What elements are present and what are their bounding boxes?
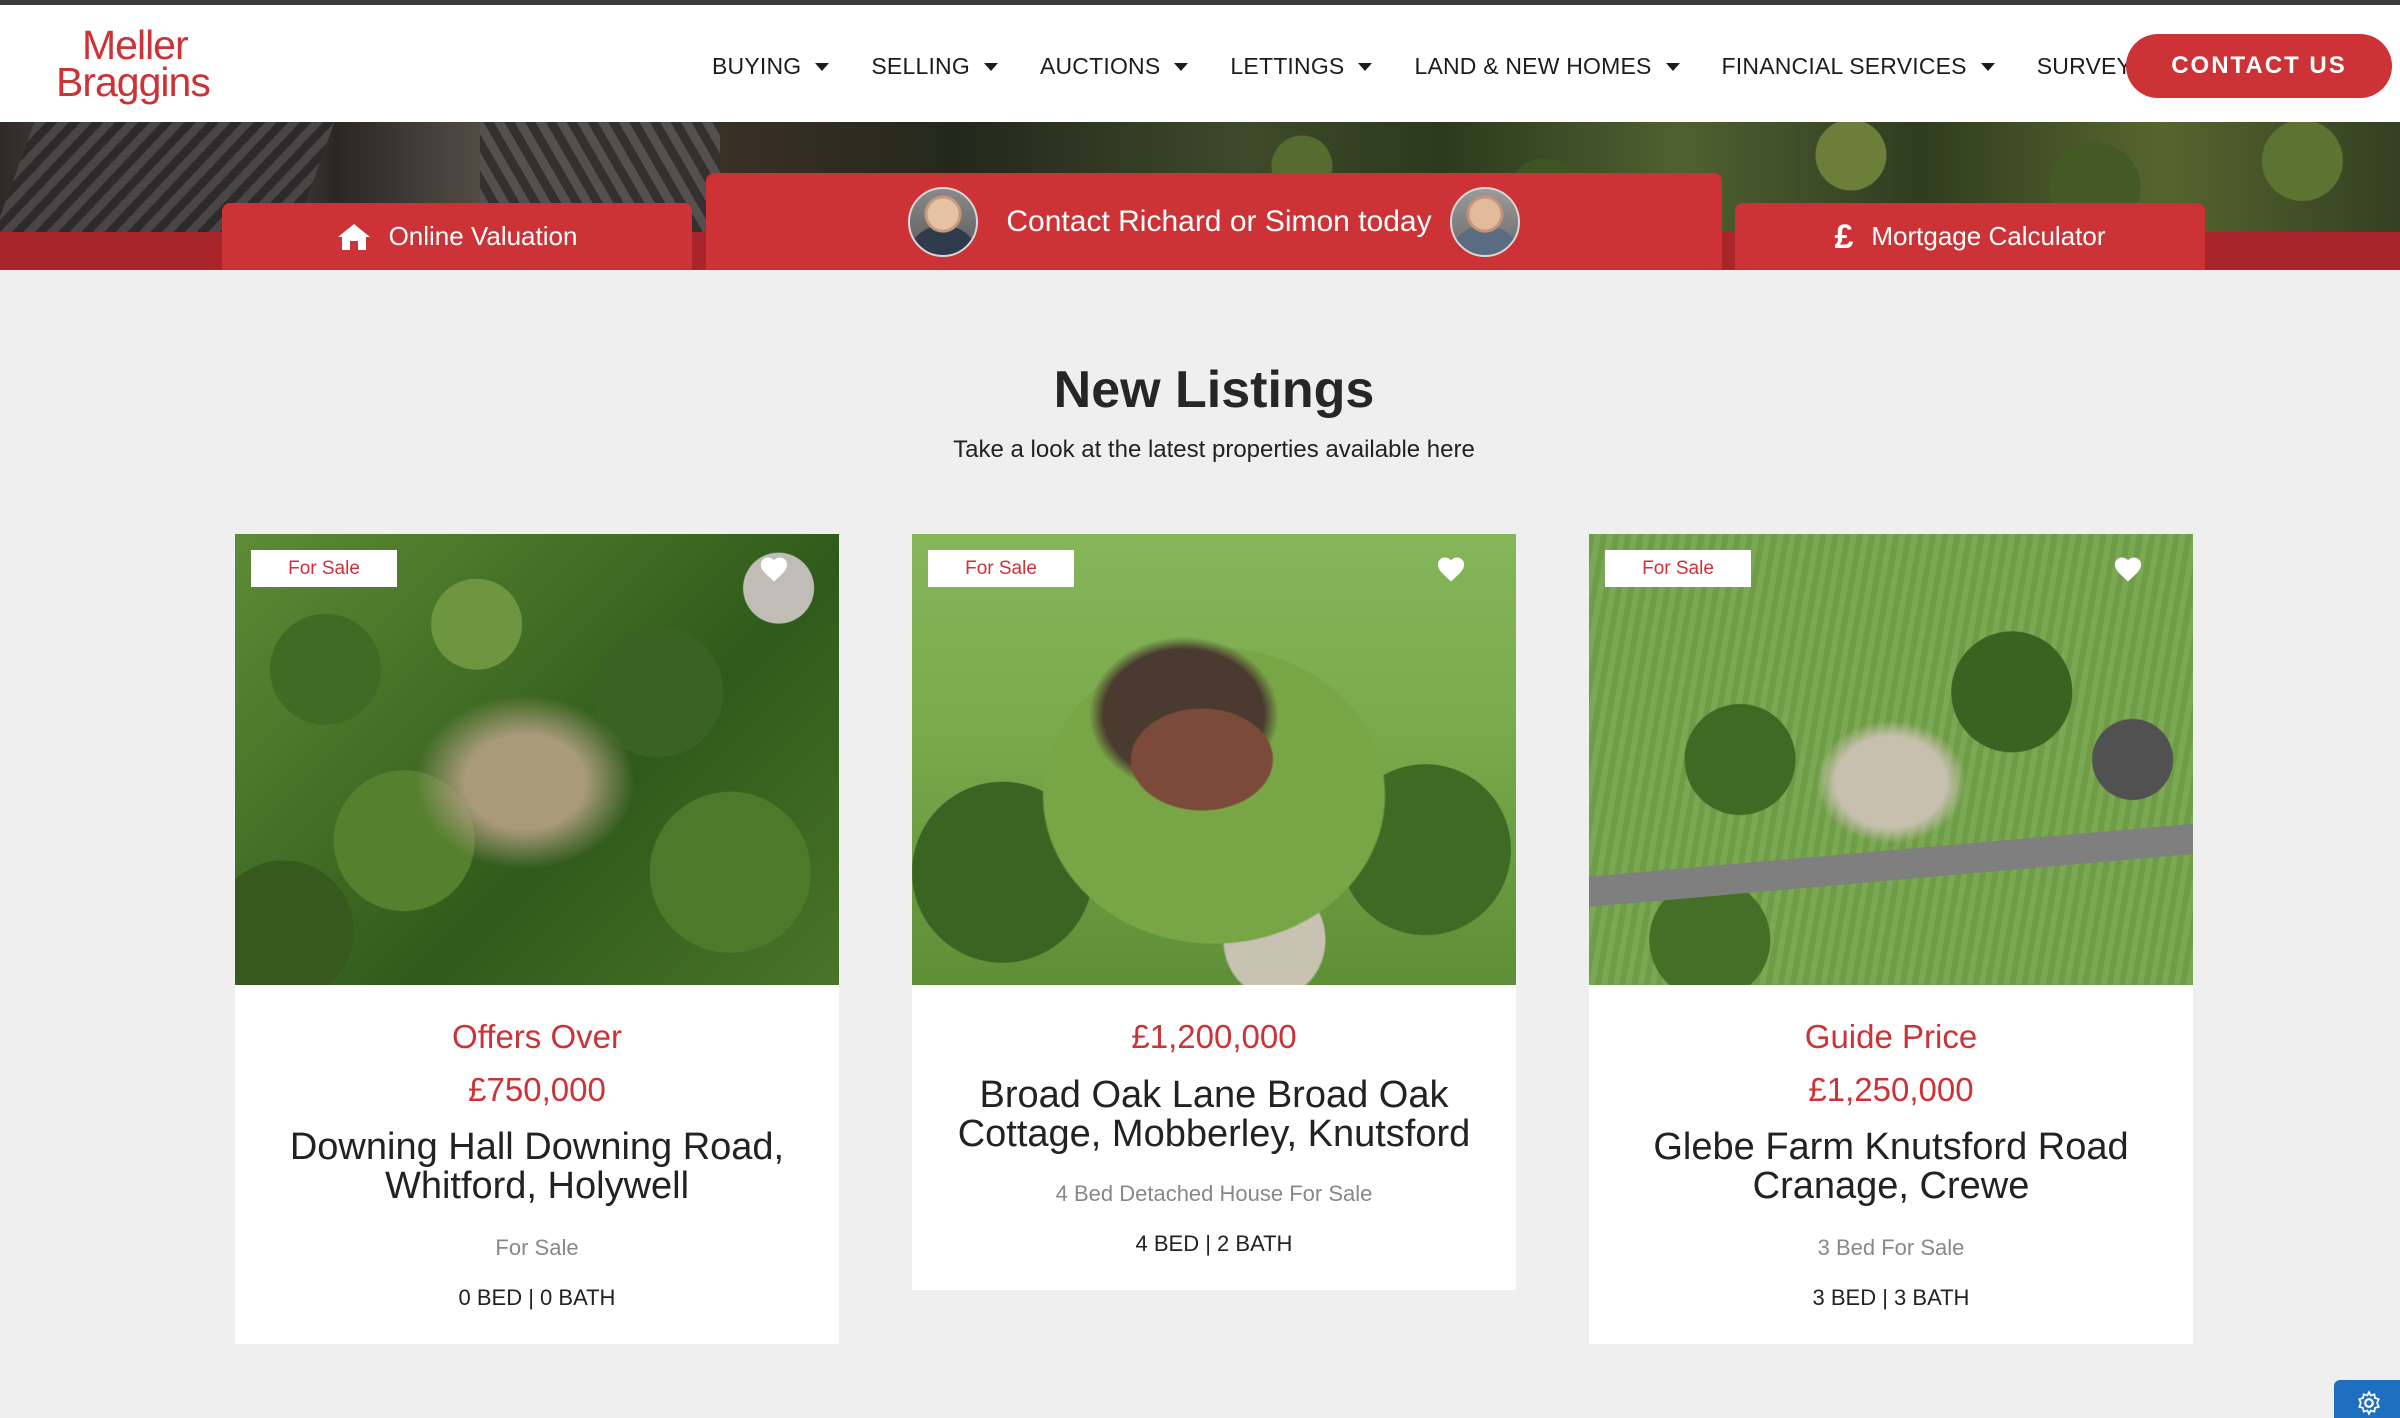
nav-item-land-new-homes[interactable]: LAND & NEW HOMES (1414, 52, 1680, 80)
mortgage-calculator-label: Mortgage Calculator (1871, 221, 2106, 251)
caret-down-icon (815, 63, 830, 71)
section-title: New Listings (1053, 361, 1375, 419)
listing-card[interactable]: For Sale Guide Price £1,250,000 Glebe Fa… (1589, 534, 2193, 1344)
caret-down-icon (1980, 63, 1995, 71)
nav-label: BUYING (712, 52, 802, 79)
price-qualifier: Offers Over (452, 1018, 622, 1055)
nav-item-selling[interactable]: SELLING (871, 53, 998, 80)
site-header: Meller Braggins BUYING SELLING AUCTIONS … (0, 0, 2400, 122)
cookie-settings-button[interactable] (2334, 1380, 2400, 1418)
listing-image[interactable]: For Sale (1589, 534, 2193, 985)
listing-beds-baths: 3 BED | 3 BATH (1812, 1285, 1970, 1310)
section-subtitle: Take a look at the latest properties ava… (953, 436, 1475, 463)
listing-price: £1,250,000 (1808, 1071, 1974, 1108)
status-badge: For Sale (1605, 550, 1751, 587)
status-badge: For Sale (928, 550, 1074, 587)
home-icon (337, 222, 371, 252)
listing-image[interactable]: For Sale (912, 534, 1516, 985)
caret-down-icon (1358, 63, 1373, 71)
contact-agents-button[interactable]: Contact Richard or Simon today (706, 173, 1722, 270)
nav-item-buying[interactable]: BUYING (712, 52, 830, 80)
listing-image[interactable]: For Sale (235, 534, 839, 985)
nav-label: LAND & NEW HOMES (1414, 52, 1652, 79)
gear-icon (2358, 1390, 2380, 1416)
online-valuation-label: Online Valuation (388, 221, 578, 251)
nav-label: LETTINGS (1230, 52, 1345, 79)
online-valuation-button[interactable]: Online Valuation (222, 203, 692, 270)
listing-beds-baths: 0 BED | 0 BATH (458, 1285, 616, 1310)
nav-label: AUCTIONS (1039, 52, 1161, 79)
nav-item-financial-services[interactable]: FINANCIAL SERVICES (1722, 53, 1995, 80)
listing-price: £750,000 (468, 1071, 606, 1108)
nav-label: SURVEY (2036, 52, 2133, 79)
listing-details: £1,200,000 Broad Oak Lane Broad Oak Cott… (912, 1017, 1516, 1257)
listing-address[interactable]: Glebe Farm Knutsford Road Cranage, Crewe (1609, 1128, 2173, 1206)
site-logo[interactable]: Meller Braggins (56, 25, 211, 105)
pound-icon: £ (1834, 217, 1854, 256)
nav-item-auctions[interactable]: AUCTIONS (1039, 52, 1189, 80)
heart-icon[interactable] (759, 554, 789, 584)
agent-avatar (908, 186, 979, 257)
listing-card[interactable]: For Sale Offers Over £750,000 Downing Ha… (235, 534, 839, 1344)
heart-icon[interactable] (1436, 554, 1466, 584)
listing-address[interactable]: Downing Hall Downing Road, Whitford, Hol… (255, 1128, 819, 1206)
listing-beds-baths: 4 BED | 2 BATH (1135, 1231, 1293, 1256)
logo-line-2: Braggins (56, 59, 211, 105)
agent-avatar (1449, 186, 1520, 257)
nav-label: FINANCIAL SERVICES (1721, 52, 1967, 79)
listing-description: For Sale (495, 1235, 579, 1260)
caret-down-icon (1174, 63, 1189, 71)
caret-down-icon (983, 63, 998, 71)
nav-label: SELLING (871, 52, 970, 79)
contact-us-button[interactable]: CONTACT US (2126, 34, 2392, 98)
listing-address[interactable]: Broad Oak Lane Broad Oak Cottage, Mobber… (932, 1076, 1496, 1154)
mortgage-calculator-button[interactable]: £ Mortgage Calculator (1735, 203, 2205, 270)
main-nav: BUYING SELLING AUCTIONS LETTINGS LAND & … (712, 10, 2202, 122)
listing-details: Offers Over £750,000 Downing Hall Downin… (235, 1017, 839, 1311)
listing-description: 4 Bed Detached House For Sale (1055, 1181, 1373, 1206)
contact-agents-label: Contact Richard or Simon today (1006, 204, 1432, 238)
nav-item-lettings[interactable]: LETTINGS (1230, 52, 1373, 80)
listing-description: 3 Bed For Sale (1817, 1235, 1965, 1260)
listing-card[interactable]: For Sale £1,200,000 Broad Oak Lane Broad… (912, 534, 1516, 1290)
listing-price: £1,200,000 (1131, 1018, 1297, 1055)
listing-details: Guide Price £1,250,000 Glebe Farm Knutsf… (1589, 1017, 2193, 1311)
price-qualifier: Guide Price (1804, 1018, 1978, 1055)
caret-down-icon (1665, 63, 1680, 71)
status-badge: For Sale (251, 550, 397, 587)
heart-icon[interactable] (2113, 554, 2143, 584)
